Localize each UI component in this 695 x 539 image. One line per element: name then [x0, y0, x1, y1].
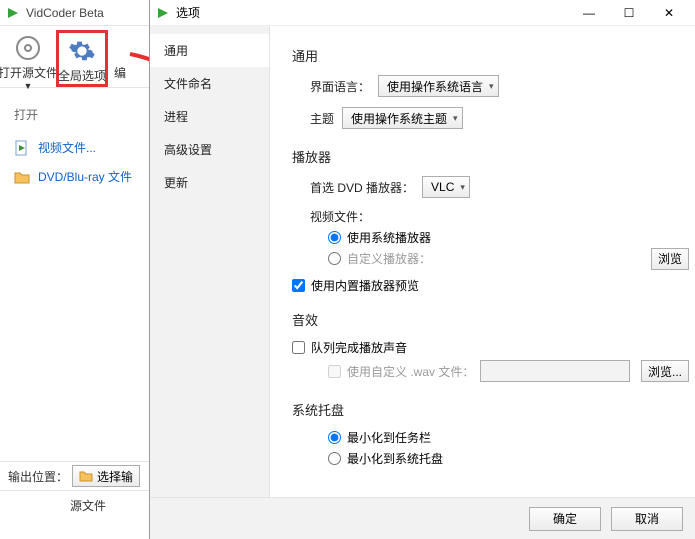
chevron-down-icon: ▼: [24, 81, 33, 91]
preferred-player-label: 首选 DVD 播放器：: [310, 179, 414, 196]
dialog-footer: 确定 取消: [150, 497, 695, 539]
window-buttons: ― ☐ ✕: [569, 1, 689, 25]
video-files-label: 视频文件：: [310, 208, 370, 225]
preferred-player-value: VLC: [431, 180, 454, 194]
app-icon: [156, 6, 170, 20]
sidebar-item-label: 通用: [164, 44, 188, 58]
gear-icon: [68, 37, 96, 65]
sidebar-item-label: 更新: [164, 176, 188, 190]
app-icon: [6, 6, 20, 20]
browse-wav-button[interactable]: 浏览...: [641, 360, 689, 382]
use-system-player-radio[interactable]: [328, 231, 341, 244]
minimize-taskbar-row: 最小化到任务栏: [328, 429, 687, 446]
use-builtin-preview-label: 使用内置播放器预览: [311, 277, 419, 294]
use-custom-player-row: 自定义播放器： 浏览: [328, 250, 687, 267]
chevron-down-icon: ▾: [489, 81, 494, 92]
open-dvd-bluray-label: DVD/Blu-ray 文件: [38, 168, 132, 185]
browse-label: 浏览...: [648, 363, 682, 380]
global-options-button[interactable]: 全局选项: [56, 30, 108, 87]
custom-wav-checkbox[interactable]: [328, 365, 341, 378]
global-options-label: 全局选项: [58, 67, 106, 84]
dialog-title: 选项: [176, 4, 569, 21]
dialog-content: 通用 界面语言： 使用操作系统语言 ▾ 主题 使用操作系统主题 ▾ 播放器 首选…: [270, 26, 695, 497]
ui-language-value: 使用操作系统语言: [387, 78, 483, 95]
use-custom-player-label: 自定义播放器：: [347, 250, 431, 267]
dialog-sidebar: 通用 文件命名 进程 高级设置 更新: [150, 26, 270, 497]
ui-language-row: 界面语言： 使用操作系统语言 ▾: [310, 75, 687, 97]
folder-icon: [79, 469, 93, 483]
open-source-label: 打开源文件: [0, 64, 58, 81]
sidebar-item-general[interactable]: 通用: [150, 34, 269, 67]
choose-output-button[interactable]: 选择输: [72, 465, 140, 487]
dialog-title-bar: 选项 ― ☐ ✕: [150, 0, 695, 26]
chevron-down-icon: ▾: [460, 182, 465, 193]
third-toolbar-button-partial[interactable]: 编: [110, 30, 130, 81]
close-button[interactable]: ✕: [649, 1, 689, 25]
options-dialog: 选项 ― ☐ ✕ 通用 文件命名 进程 高级设置 更新 通用 界面语言： 使用操…: [149, 0, 695, 539]
theme-row: 主题 使用操作系统主题 ▾: [310, 107, 687, 129]
third-toolbar-label: 编: [114, 64, 126, 81]
queue-sound-checkbox[interactable]: [292, 341, 305, 354]
open-video-files-label: 视频文件...: [38, 139, 96, 156]
sidebar-item-update[interactable]: 更新: [150, 166, 269, 199]
folder-icon: [14, 169, 30, 185]
chevron-down-icon: ▾: [453, 113, 458, 124]
file-icon: [14, 140, 30, 156]
use-system-player-row: 使用系统播放器: [328, 229, 687, 246]
use-builtin-preview-row: 使用内置播放器预览: [292, 277, 687, 294]
use-custom-player-radio[interactable]: [328, 252, 341, 265]
minimize-taskbar-label: 最小化到任务栏: [347, 429, 431, 446]
source-file-label: 源文件: [70, 497, 106, 514]
custom-wav-row: 使用自定义 .wav 文件： 浏览...: [328, 360, 687, 382]
app-title: VidCoder Beta: [26, 6, 104, 20]
cancel-label: 取消: [635, 510, 659, 527]
minimize-tray-radio[interactable]: [328, 452, 341, 465]
custom-wav-label: 使用自定义 .wav 文件：: [347, 363, 474, 380]
disc-icon: [14, 34, 42, 62]
custom-wav-field[interactable]: [480, 360, 630, 382]
use-system-player-label: 使用系统播放器: [347, 229, 431, 246]
preferred-player-row: 首选 DVD 播放器： VLC ▾: [310, 176, 687, 198]
open-source-button[interactable]: 打开源文件 ▼: [2, 30, 54, 91]
ui-language-label: 界面语言：: [310, 78, 370, 95]
browse-label: 浏览: [658, 250, 682, 267]
dialog-body: 通用 文件命名 进程 高级设置 更新 通用 界面语言： 使用操作系统语言 ▾ 主…: [150, 26, 695, 497]
ok-button[interactable]: 确定: [529, 507, 601, 531]
maximize-button[interactable]: ☐: [609, 1, 649, 25]
preferred-player-combo[interactable]: VLC ▾: [422, 176, 470, 198]
cancel-button[interactable]: 取消: [611, 507, 683, 531]
theme-value: 使用操作系统主题: [351, 110, 447, 127]
minimize-tray-row: 最小化到系统托盘: [328, 450, 687, 467]
theme-label: 主题: [310, 110, 334, 127]
section-header-player: 播放器: [292, 147, 687, 166]
section-header-tray: 系统托盘: [292, 400, 687, 419]
video-files-row: 视频文件：: [310, 208, 687, 225]
sidebar-item-advanced[interactable]: 高级设置: [150, 133, 269, 166]
minimize-taskbar-radio[interactable]: [328, 431, 341, 444]
theme-combo[interactable]: 使用操作系统主题 ▾: [342, 107, 463, 129]
choose-output-label: 选择输: [97, 468, 133, 485]
queue-sound-label: 队列完成播放声音: [311, 339, 407, 356]
use-builtin-preview-checkbox[interactable]: [292, 279, 305, 292]
minimize-tray-label: 最小化到系统托盘: [347, 450, 443, 467]
ui-language-combo[interactable]: 使用操作系统语言 ▾: [378, 75, 499, 97]
minimize-button[interactable]: ―: [569, 1, 609, 25]
output-label: 输出位置：: [8, 468, 68, 485]
section-header-sound: 音效: [292, 310, 687, 329]
sidebar-item-label: 高级设置: [164, 143, 212, 157]
sidebar-item-filenaming[interactable]: 文件命名: [150, 67, 269, 100]
sidebar-item-process[interactable]: 进程: [150, 100, 269, 133]
sidebar-item-label: 文件命名: [164, 77, 212, 91]
queue-sound-row: 队列完成播放声音: [292, 339, 687, 356]
section-header-general: 通用: [292, 46, 687, 65]
browse-player-button[interactable]: 浏览: [651, 248, 689, 270]
sidebar-item-label: 进程: [164, 110, 188, 124]
ok-label: 确定: [553, 510, 577, 527]
